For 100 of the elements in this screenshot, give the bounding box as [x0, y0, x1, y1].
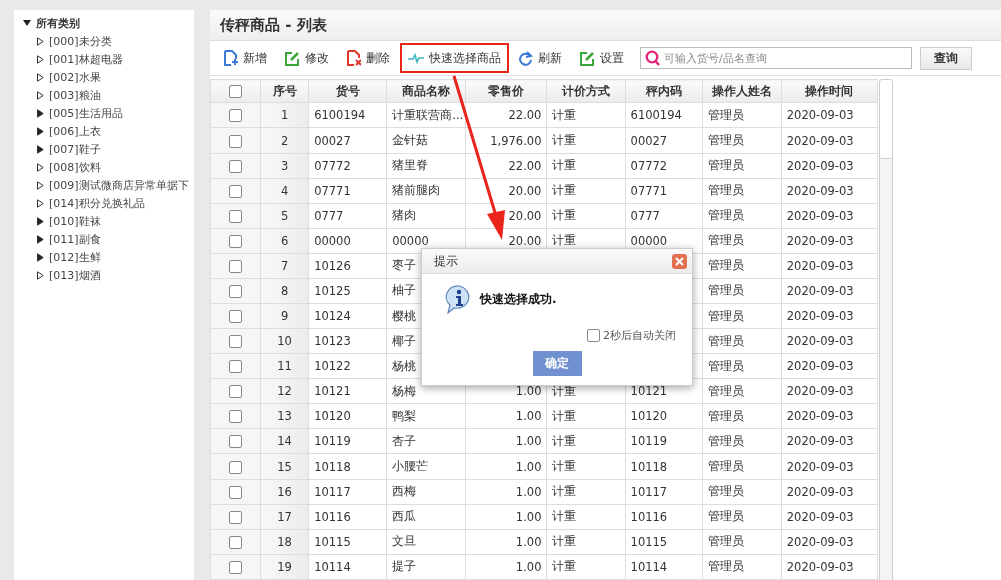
expand-icon[interactable]	[37, 54, 44, 64]
checkbox[interactable]	[229, 259, 243, 273]
tree-item[interactable]: [014]积分兑换礼品	[49, 195, 145, 211]
table-cell: 管理员	[702, 378, 782, 404]
expand-icon[interactable]	[37, 36, 44, 46]
table-cell: 2020-09-03	[781, 504, 878, 530]
table-cell: 管理员	[702, 428, 782, 454]
checkbox[interactable]	[229, 109, 243, 123]
column-header[interactable]: 零售价	[465, 79, 547, 103]
table-cell: 1.00	[465, 403, 547, 429]
expand-icon[interactable]	[37, 90, 44, 100]
checkbox[interactable]	[229, 134, 243, 148]
table-cell: 22.00	[465, 153, 547, 179]
table-cell: 10117	[625, 479, 703, 505]
toolbar-button[interactable]: 删除	[339, 43, 398, 73]
expand-icon[interactable]	[37, 252, 44, 262]
tree-item[interactable]: [012]生鲜	[49, 249, 101, 265]
tree-item[interactable]: 所有类别	[36, 15, 80, 31]
table-cell: 管理员	[702, 479, 782, 505]
table-cell: 1.00	[465, 554, 547, 580]
tree-item[interactable]: [000]未分类	[49, 33, 112, 49]
toolbar-button[interactable]: 设置	[572, 43, 632, 73]
expand-icon[interactable]	[37, 180, 44, 190]
tree-item[interactable]: [009]测试微商店异常单据下	[49, 177, 189, 193]
checkbox[interactable]	[229, 435, 243, 449]
table-cell: 计重	[546, 504, 626, 530]
checkbox[interactable]	[229, 159, 243, 173]
table-cell: 10119	[308, 428, 387, 454]
checkbox[interactable]	[229, 234, 243, 248]
checkbox[interactable]	[229, 284, 243, 298]
table-cell: 管理员	[702, 303, 782, 329]
expand-icon[interactable]	[37, 270, 44, 280]
column-header[interactable]: 计价方式	[546, 79, 626, 103]
table-cell: 杏子	[386, 428, 466, 454]
expand-icon[interactable]	[37, 216, 44, 226]
table-cell: 文旦	[386, 529, 466, 555]
edit-icon	[580, 50, 595, 66]
toolbar-button[interactable]: 快速选择商品	[400, 43, 509, 73]
tree-item[interactable]: [005]生活用品	[49, 105, 123, 121]
table-cell: 计重	[546, 203, 626, 229]
table-cell: 管理员	[702, 278, 782, 304]
expand-icon[interactable]	[37, 234, 44, 244]
checkbox[interactable]	[229, 335, 243, 349]
toolbar-button[interactable]: 修改	[277, 43, 337, 73]
column-header[interactable]: 操作人姓名	[702, 79, 782, 103]
table-cell: 2020-09-03	[781, 178, 878, 204]
expand-icon[interactable]	[37, 198, 44, 208]
checkbox[interactable]	[229, 535, 243, 549]
expand-icon[interactable]	[37, 162, 44, 172]
expand-icon[interactable]	[37, 144, 44, 154]
expand-icon[interactable]	[37, 126, 44, 136]
checkbox[interactable]	[229, 485, 243, 499]
checkbox[interactable]	[229, 184, 243, 198]
checkbox[interactable]	[229, 310, 243, 324]
expand-icon[interactable]	[37, 72, 44, 82]
panel-title: 传秤商品 - 列表	[220, 15, 327, 35]
tree-item[interactable]: [013]烟酒	[49, 267, 101, 283]
search-field[interactable]: 可输入货号/品名查询	[640, 47, 912, 69]
table-cell: 2020-09-03	[781, 102, 878, 128]
column-header[interactable]: 操作时间	[781, 79, 878, 103]
tree-item[interactable]: [011]副食	[49, 231, 101, 247]
scrollbar[interactable]	[879, 79, 893, 580]
toolbar-button[interactable]: 刷新	[511, 43, 570, 73]
caret-icon[interactable]	[23, 20, 31, 26]
close-button[interactable]	[672, 253, 687, 269]
checkbox[interactable]	[229, 510, 243, 524]
checkbox[interactable]	[229, 85, 243, 99]
tree-item[interactable]: [010]鞋袜	[49, 213, 101, 229]
refresh-icon	[519, 50, 533, 66]
column-header[interactable]: 商品名称	[386, 79, 466, 103]
table-cell: 小腰芒	[386, 454, 466, 480]
tree-item[interactable]: [006]上衣	[49, 123, 101, 139]
table-cell: 2020-09-03	[781, 153, 878, 179]
close-icon	[675, 256, 684, 266]
tree-item[interactable]: [003]粮油	[49, 87, 101, 103]
checkbox[interactable]	[229, 360, 243, 374]
checkbox[interactable]	[587, 329, 600, 342]
toolbar-button[interactable]: 新增	[216, 43, 275, 73]
table-cell: 计重	[546, 529, 626, 555]
checkbox[interactable]	[229, 410, 243, 424]
tree-item[interactable]: [007]鞋子	[49, 141, 101, 157]
tree-item[interactable]: [002]水果	[49, 69, 101, 85]
delete-file-icon	[347, 50, 361, 66]
checkbox[interactable]	[229, 385, 243, 399]
table-cell: 1.00	[465, 529, 547, 555]
table-cell: 计重	[546, 153, 626, 179]
search-button[interactable]: 查询	[920, 46, 972, 70]
checkbox[interactable]	[229, 209, 243, 223]
checkbox[interactable]	[229, 560, 243, 574]
expand-icon[interactable]	[37, 108, 44, 118]
column-header[interactable]: 货号	[308, 79, 387, 103]
table-cell: 10115	[625, 529, 703, 555]
column-header[interactable]: 秤内码	[625, 79, 703, 103]
column-header[interactable]: 序号	[260, 79, 309, 103]
table-cell: 10125	[308, 278, 387, 304]
checkbox-label[interactable]: 2秒后自动关闭	[603, 328, 676, 343]
checkbox[interactable]	[229, 460, 243, 474]
table-cell: 管理员	[702, 228, 782, 254]
tree-item[interactable]: [008]饮料	[49, 159, 101, 175]
tree-item[interactable]: [001]林超电器	[49, 51, 123, 67]
